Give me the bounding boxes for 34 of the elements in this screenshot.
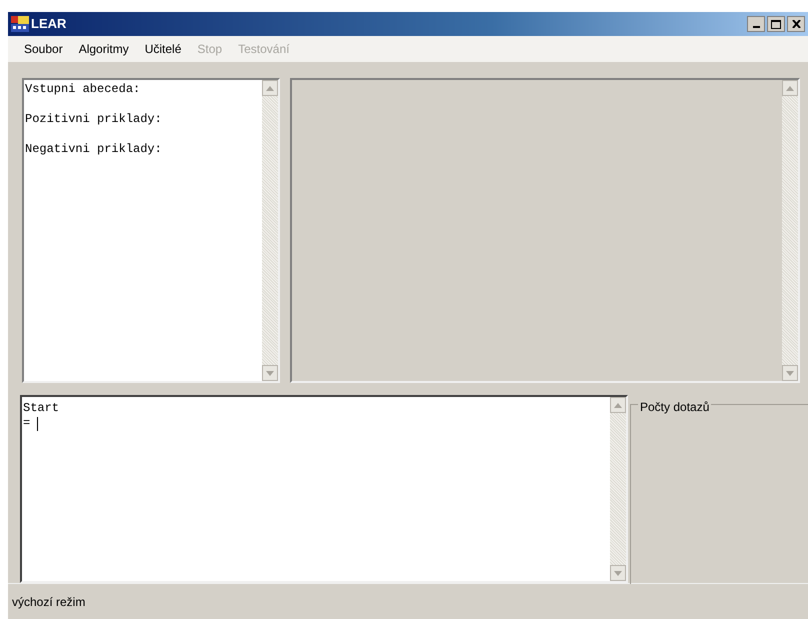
scroll-up-button[interactable]: [782, 80, 798, 96]
maximize-button[interactable]: [767, 16, 785, 32]
scrollbar[interactable]: [262, 80, 278, 381]
menu-item[interactable]: Soubor: [18, 40, 69, 58]
close-icon: [792, 20, 800, 28]
scrollbar[interactable]: [782, 80, 798, 381]
scroll-down-button[interactable]: [610, 565, 626, 581]
down-arrow-icon: [266, 370, 274, 376]
close-button[interactable]: [787, 16, 805, 32]
down-arrow-icon: [614, 570, 622, 576]
console-line: Start: [23, 401, 60, 416]
up-arrow-icon: [266, 86, 274, 90]
down-arrow-icon: [786, 370, 794, 376]
minimize-button[interactable]: [747, 16, 765, 32]
group-box-title: Počty dotazů: [638, 400, 712, 414]
scroll-down-button[interactable]: [262, 365, 278, 381]
menu-item[interactable]: Algoritmy: [72, 40, 135, 58]
input-text-area[interactable]: Vstupni abeceda: Pozitivni priklady: Negativni priklady:: [22, 78, 280, 383]
status-text: výchozí režim: [12, 594, 86, 610]
scroll-down-button[interactable]: [782, 365, 798, 381]
scroll-up-button[interactable]: [262, 80, 278, 96]
menu-item[interactable]: Učitelé: [138, 40, 188, 58]
app-icon: [11, 16, 29, 32]
text-line: Negativni priklady:: [25, 142, 163, 157]
console-line: =: [23, 416, 32, 431]
text-cursor: [37, 416, 38, 430]
scrollbar[interactable]: [610, 397, 626, 581]
up-arrow-icon: [614, 402, 622, 408]
scroll-up-button[interactable]: [610, 397, 626, 413]
text-line: Vstupni abeceda:: [25, 82, 142, 97]
text-line: Pozitivni priklady:: [25, 112, 163, 127]
up-arrow-icon: [786, 86, 794, 90]
console-area[interactable]: Start =: [20, 395, 628, 583]
window-title: LEAR: [31, 15, 66, 34]
